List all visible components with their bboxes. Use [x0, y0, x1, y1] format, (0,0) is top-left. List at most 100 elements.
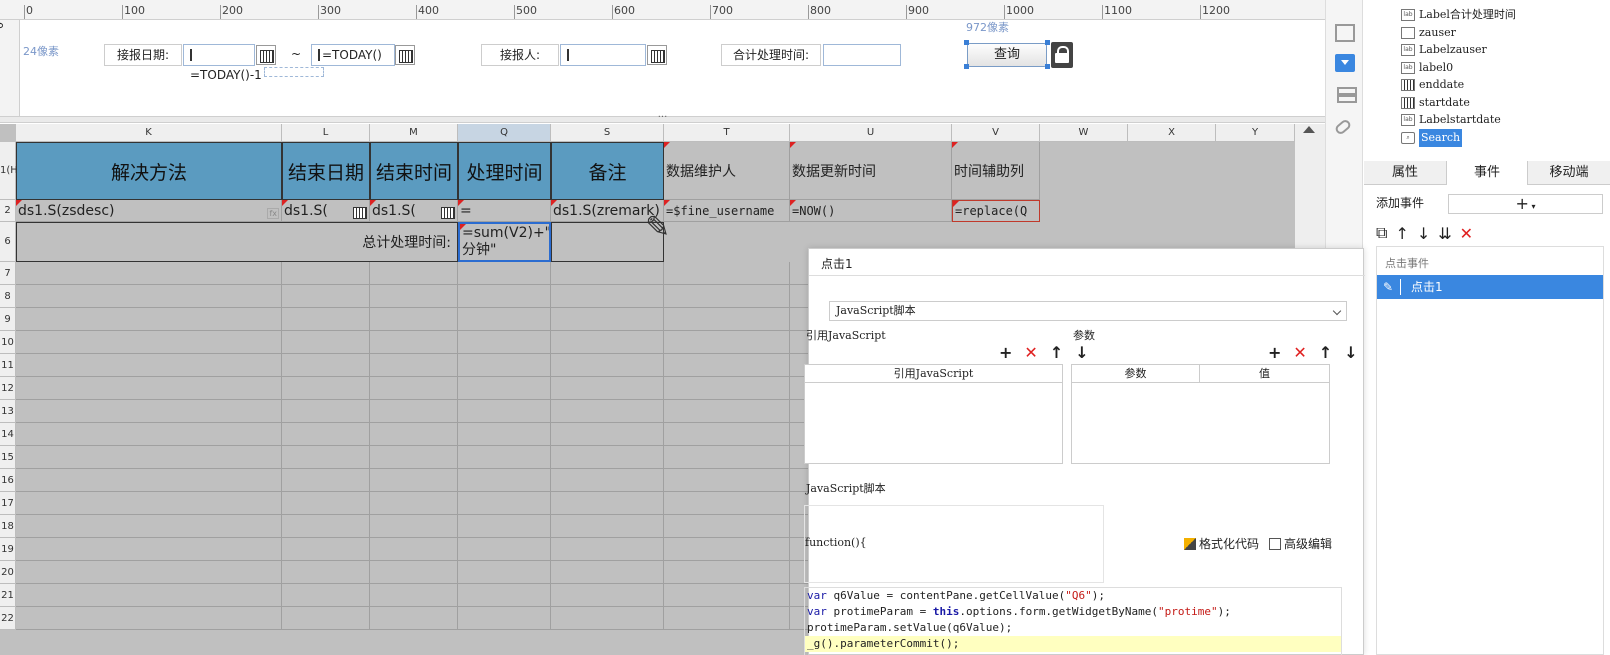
- tree-item-label-[interactable]: lab Label合计处理时间: [1401, 6, 1516, 24]
- empty-cell[interactable]: [458, 400, 551, 423]
- row-header[interactable]: 16: [0, 469, 16, 492]
- header-cell[interactable]: 结束日期: [282, 142, 370, 200]
- empty-cell[interactable]: [282, 377, 370, 400]
- empty-cell[interactable]: [282, 446, 370, 469]
- move-bottom-icon[interactable]: ⇊: [1438, 224, 1451, 243]
- add-event-button[interactable]: + ▾: [1448, 194, 1603, 214]
- header-cell[interactable]: 数据维护人: [664, 142, 790, 200]
- empty-cell[interactable]: [370, 354, 458, 377]
- report-date-label[interactable]: 接报日期:: [104, 44, 182, 66]
- empty-cell[interactable]: [458, 377, 551, 400]
- delete-icon[interactable]: ✕: [1024, 343, 1037, 362]
- tree-item-startdate[interactable]: startdate: [1401, 94, 1470, 112]
- empty-cell[interactable]: [370, 262, 458, 285]
- empty-cell[interactable]: [664, 492, 790, 515]
- start-date-calendar-icon[interactable]: [256, 45, 276, 65]
- empty-cell[interactable]: [458, 469, 551, 492]
- move-up-icon[interactable]: ↑: [1050, 343, 1063, 362]
- move-up-icon[interactable]: ↑: [1395, 224, 1408, 243]
- empty-cell[interactable]: [370, 400, 458, 423]
- empty-cell[interactable]: [664, 308, 790, 331]
- empty-cell[interactable]: [664, 400, 790, 423]
- tab-events[interactable]: 事件: [1446, 161, 1528, 185]
- empty-cell[interactable]: [551, 400, 664, 423]
- row-header[interactable]: 21: [0, 584, 16, 607]
- column-header-q[interactable]: Q: [458, 124, 551, 142]
- tree-item-labelzauser[interactable]: lab Labelzauser: [1401, 41, 1487, 59]
- resize-handle[interactable]: [1045, 64, 1050, 69]
- data-cell[interactable]: =replace(Q: [952, 200, 1040, 222]
- tree-item-label0[interactable]: lab label0: [1401, 59, 1453, 77]
- empty-cell[interactable]: [551, 492, 664, 515]
- empty-cell[interactable]: [370, 607, 458, 630]
- resize-handle[interactable]: [1045, 40, 1050, 45]
- empty-cell[interactable]: [551, 584, 664, 607]
- data-cell[interactable]: =NOW(): [790, 200, 952, 222]
- empty-cell[interactable]: [16, 584, 282, 607]
- lock-icon[interactable]: [1051, 42, 1073, 68]
- row-header[interactable]: 13: [0, 400, 16, 423]
- end-date-calendar-icon[interactable]: [395, 45, 415, 65]
- param-table[interactable]: 参数 值: [1071, 364, 1330, 464]
- empty-cell[interactable]: [551, 331, 664, 354]
- empty-cell[interactable]: [458, 308, 551, 331]
- copy-icon[interactable]: ⧉: [1376, 223, 1387, 243]
- tree-item-zauser[interactable]: zauser: [1401, 24, 1456, 42]
- start-date-input[interactable]: =TODAY()-1: [183, 44, 262, 82]
- move-down-icon[interactable]: ↓: [1344, 343, 1357, 362]
- empty-cell[interactable]: [282, 584, 370, 607]
- column-header-u[interactable]: U: [790, 124, 952, 142]
- empty-cell[interactable]: [551, 515, 664, 538]
- empty-cell[interactable]: [16, 515, 282, 538]
- script-type-select[interactable]: JavaScript脚本: [829, 301, 1347, 321]
- empty-cell[interactable]: [458, 354, 551, 377]
- empty-cell[interactable]: [16, 262, 282, 285]
- column-header-v[interactable]: V: [952, 124, 1040, 142]
- empty-cell[interactable]: [16, 423, 282, 446]
- column-header-l[interactable]: L: [282, 124, 370, 142]
- empty-cell[interactable]: [551, 377, 664, 400]
- tree-item-labelstartdate[interactable]: lab Labelstartdate: [1401, 111, 1501, 129]
- row-header[interactable]: 11: [0, 354, 16, 377]
- scroll-up-icon[interactable]: [1303, 126, 1315, 133]
- frame-icon[interactable]: [1335, 24, 1355, 42]
- empty-cell[interactable]: [16, 285, 282, 308]
- end-date-input[interactable]: =TODAY(): [311, 44, 395, 66]
- empty-cell[interactable]: [664, 446, 790, 469]
- resize-handle[interactable]: [964, 40, 969, 45]
- row-header[interactable]: 2: [0, 200, 16, 222]
- reporter-label[interactable]: 接报人:: [481, 44, 559, 66]
- total-formula-cell[interactable]: =sum(V2)+" 分钟": [458, 222, 551, 262]
- column-header-s[interactable]: S: [551, 124, 664, 142]
- add-icon[interactable]: +: [1268, 343, 1281, 362]
- column-header-y[interactable]: Y: [1216, 124, 1295, 142]
- empty-cell[interactable]: [664, 285, 790, 308]
- tab-mobile[interactable]: 移动端: [1528, 161, 1610, 185]
- empty-cell[interactable]: [370, 492, 458, 515]
- empty-cell[interactable]: [664, 515, 790, 538]
- empty-cell[interactable]: [282, 515, 370, 538]
- link-icon[interactable]: [1333, 118, 1353, 136]
- advanced-edit-button[interactable]: 高级编辑: [1269, 535, 1332, 552]
- header-cell[interactable]: 解决方法: [16, 142, 282, 200]
- empty-cell[interactable]: [282, 607, 370, 630]
- code-editor[interactable]: var q6Value = contentPane.getCellValue("…: [804, 587, 1342, 655]
- row-header[interactable]: 19: [0, 538, 16, 561]
- row-header[interactable]: 14: [0, 423, 16, 446]
- header-cell[interactable]: 结束时间: [370, 142, 458, 200]
- column-header-w[interactable]: W: [1040, 124, 1128, 142]
- empty-cell[interactable]: [664, 469, 790, 492]
- delete-icon[interactable]: ✕: [1460, 224, 1473, 243]
- empty-cell[interactable]: [551, 607, 664, 630]
- empty-cell[interactable]: [458, 515, 551, 538]
- row-header[interactable]: 6: [0, 222, 16, 262]
- empty-cell[interactable]: [664, 538, 790, 561]
- query-button[interactable]: 查询: [967, 43, 1047, 67]
- empty-cell[interactable]: [551, 285, 664, 308]
- empty-cell[interactable]: [551, 423, 664, 446]
- empty-cell[interactable]: [551, 469, 664, 492]
- empty-cell[interactable]: [458, 584, 551, 607]
- empty-cell[interactable]: [282, 492, 370, 515]
- empty-cell[interactable]: [370, 515, 458, 538]
- row-header[interactable]: 9: [0, 308, 16, 331]
